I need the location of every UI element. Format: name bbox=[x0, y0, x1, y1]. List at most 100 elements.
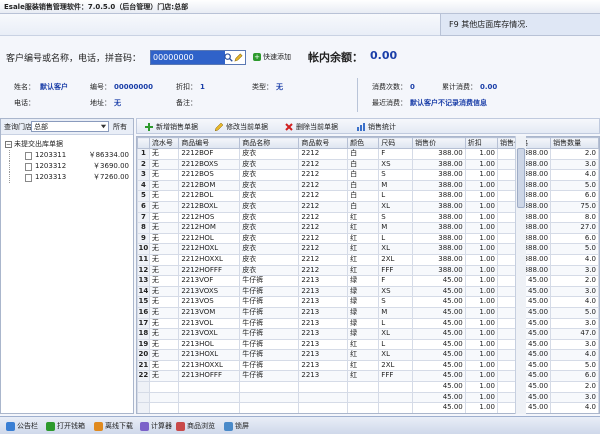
table-cell: 45.00 bbox=[412, 317, 466, 330]
column-header[interactable]: 商品款号 bbox=[298, 137, 349, 149]
table-cell: 绿 bbox=[347, 317, 380, 330]
scroll-thumb[interactable] bbox=[517, 148, 525, 208]
table-cell: 无 bbox=[148, 317, 180, 330]
table-row[interactable]: 3 无 2212BOS 皮衣 2212 白 S 388.00 1.00 388.00 4.0 bbox=[137, 169, 599, 181]
table-cell: 2213VOL bbox=[178, 317, 241, 330]
table-cell: 45.00 bbox=[412, 370, 466, 383]
table-row[interactable]: 5 无 2212BOL 皮衣 2212 白 L 388.00 1.00 388.00 6.0 bbox=[137, 190, 599, 202]
customer-search-input[interactable] bbox=[151, 51, 225, 64]
sales-stats-button[interactable]: 销售统计 bbox=[357, 121, 396, 133]
column-header[interactable]: 销售价 bbox=[412, 137, 466, 149]
table-row[interactable]: 9 无 2212HOL 皮衣 2212 红 L 388.00 1.00 388.00 6.0 bbox=[137, 232, 599, 245]
lock-screen-button[interactable]: 锁屏 bbox=[224, 420, 249, 432]
store-select[interactable]: 总部 bbox=[31, 121, 109, 132]
table-row[interactable]: 10 无 2212HOXL 皮衣 2212 红 XL 388.00 1.00 388.00 5.0 bbox=[137, 243, 599, 255]
table-cell: 2213 bbox=[298, 275, 349, 287]
table-row[interactable]: 8 无 2212HOM 皮衣 2212 红 M 388.00 1.00 388.00 27.0 bbox=[137, 222, 599, 234]
table-row[interactable]: 45.00 1.00 45.00 2.0 bbox=[137, 381, 599, 393]
collapse-icon[interactable]: − bbox=[5, 140, 12, 148]
table-row[interactable]: 20 无 2213HOXL 牛仔裤 2213 红 XL 45.00 1.00 45.00 4.0 bbox=[137, 349, 599, 361]
table-row[interactable]: 7 无 2212HOS 皮衣 2212 红 S 388.00 1.00 388.00 8.0 bbox=[137, 211, 599, 224]
table-cell: 2212BOXS bbox=[178, 158, 241, 171]
hotkey-hint[interactable]: F9 其他店面库存情况. bbox=[440, 14, 600, 36]
row-index: 1 bbox=[137, 148, 150, 160]
table-row[interactable]: 15 无 2213VOS 牛仔裤 2213 绿 S 45.00 1.00 45.00 4.0 bbox=[137, 296, 599, 308]
table-cell: 388.00 bbox=[412, 169, 466, 181]
table-row[interactable]: 4 无 2212BOM 皮衣 2212 白 M 388.00 1.00 388.00 5.0 bbox=[137, 179, 599, 192]
new-bill-button[interactable]: 新增销售单据 bbox=[145, 121, 198, 133]
table-row[interactable]: 11 无 2212HOXXL 皮衣 2212 红 2XL 388.00 1.00 388.00 4.… bbox=[137, 253, 599, 266]
tree-item[interactable]: 1203312 ￥3690.00 bbox=[1, 161, 133, 172]
column-header[interactable]: 流水号 bbox=[148, 137, 180, 149]
table-cell: 1.00 bbox=[464, 359, 499, 372]
table-row[interactable]: 13 无 2213VOF 牛仔裤 2213 绿 F 45.00 1.00 45.00 2.0 bbox=[137, 275, 599, 287]
delete-bill-button[interactable]: 删除当前单据 bbox=[285, 121, 338, 133]
customer-search-box[interactable] bbox=[150, 50, 246, 65]
column-header[interactable]: 商品编号 bbox=[178, 137, 241, 149]
table-row[interactable]: 2 无 2212BOXS 皮衣 2212 白 XS 388.00 1.00 388.00 3.0 bbox=[137, 158, 599, 171]
table-row[interactable]: 21 无 2213HOXXL 牛仔裤 2213 红 2XL 45.00 1.00 45.00 5.0 bbox=[137, 359, 599, 372]
table-cell: 红 bbox=[347, 264, 380, 277]
table-cell bbox=[347, 402, 380, 413]
table-row[interactable]: 45.00 1.00 45.00 4.0 bbox=[137, 402, 599, 413]
row-index: 7 bbox=[137, 211, 150, 224]
table-cell: 2213 bbox=[298, 370, 349, 383]
table-row[interactable]: 17 无 2213VOL 牛仔裤 2213 绿 L 45.00 1.00 45.00 3.0 bbox=[137, 317, 599, 330]
table-cell: 2212 bbox=[298, 253, 349, 266]
table-cell: 2212 bbox=[298, 264, 349, 277]
table-cell: XS bbox=[378, 285, 414, 298]
bill-amount: ￥7260.00 bbox=[93, 173, 129, 181]
table-cell: 无 bbox=[148, 148, 180, 160]
row-index: 12 bbox=[137, 264, 150, 277]
table-row[interactable]: 19 无 2213HOL 牛仔裤 2213 红 L 45.00 1.00 45.00 3.0 bbox=[137, 338, 599, 351]
table-row[interactable]: 1 无 2212BOF 皮衣 2212 白 F 388.00 1.00 388.00 2.0 bbox=[137, 148, 599, 160]
tree-item[interactable]: 1203313 ￥7260.00 bbox=[1, 172, 133, 183]
tree-root-node[interactable]: − 未提交出库单据 bbox=[1, 138, 133, 150]
table-row[interactable]: 16 无 2213VOM 牛仔裤 2213 绿 M 45.00 1.00 45.00 5.0 bbox=[137, 306, 599, 319]
table-cell: 白 bbox=[347, 200, 380, 213]
table-cell: 牛仔裤 bbox=[239, 275, 300, 287]
table-cell bbox=[148, 391, 180, 404]
table-cell: 6.0 bbox=[550, 190, 599, 202]
open-cashbox-button[interactable]: 打开钱箱 bbox=[46, 420, 85, 432]
column-header[interactable]: 商品名称 bbox=[239, 137, 300, 149]
column-header[interactable]: 尺码 bbox=[378, 137, 414, 149]
offline-download-button[interactable]: 离线下载 bbox=[94, 420, 133, 432]
grid-scrollbar[interactable] bbox=[515, 136, 526, 414]
table-row[interactable]: 14 无 2213VOXS 牛仔裤 2213 绿 XS 45.00 1.00 45.00 3.0 bbox=[137, 285, 599, 298]
notice-board-button[interactable]: 公告栏 bbox=[6, 420, 38, 432]
table-cell bbox=[298, 381, 349, 393]
table-cell: 牛仔裤 bbox=[239, 306, 300, 319]
all-stores-option[interactable]: 所有 bbox=[113, 122, 127, 132]
table-row[interactable]: 6 无 2212BOXL 皮衣 2212 白 XL 388.00 1.00 388.00 75.0 bbox=[137, 200, 599, 213]
calculator-icon bbox=[140, 421, 149, 431]
table-cell: 2213 bbox=[298, 306, 349, 319]
tree-item[interactable]: 1203311 ￥86334.00 bbox=[1, 150, 133, 161]
search-icon[interactable] bbox=[224, 53, 233, 62]
table-cell: 无 bbox=[148, 222, 180, 234]
table-row[interactable]: 12 无 2212HOFFF 皮衣 2212 红 FFF 388.00 1.00 388.00 3.… bbox=[137, 264, 599, 277]
store-select-value: 总部 bbox=[34, 123, 48, 131]
column-header[interactable]: 折扣 bbox=[464, 137, 499, 149]
quick-add-button[interactable]: + 快速添加 bbox=[253, 52, 291, 62]
chevron-down-icon[interactable] bbox=[100, 123, 107, 130]
product-browse-button[interactable]: 商品浏览 bbox=[176, 420, 215, 432]
row-index: 21 bbox=[137, 359, 150, 372]
table-row[interactable]: 45.00 1.00 45.00 3.0 bbox=[137, 391, 599, 404]
table-cell: 皮衣 bbox=[239, 200, 300, 213]
table-cell bbox=[239, 381, 300, 393]
calculator-button[interactable]: 计算器 bbox=[140, 420, 172, 432]
pencil-icon[interactable] bbox=[234, 53, 243, 62]
table-cell: XS bbox=[378, 158, 414, 171]
column-header[interactable]: 颜色 bbox=[347, 137, 380, 149]
table-cell: 8.0 bbox=[550, 211, 599, 224]
table-cell: 绿 bbox=[347, 328, 380, 340]
table-cell: 3.0 bbox=[550, 264, 599, 277]
edit-bill-button[interactable]: 修改当前单据 bbox=[215, 121, 268, 133]
table-row[interactable]: 18 无 2213VOXL 牛仔裤 2213 绿 XL 45.00 1.00 45.00 47.0 bbox=[137, 328, 599, 340]
table-cell: 白 bbox=[347, 148, 380, 160]
table-row[interactable]: 22 无 2213HOFFF 牛仔裤 2213 红 FFF 45.00 1.00 45.00 6.0 bbox=[137, 370, 599, 383]
table-cell: 2212BOS bbox=[178, 169, 241, 181]
row-index: 16 bbox=[137, 306, 150, 319]
column-header[interactable]: 销售数量 bbox=[550, 137, 599, 149]
